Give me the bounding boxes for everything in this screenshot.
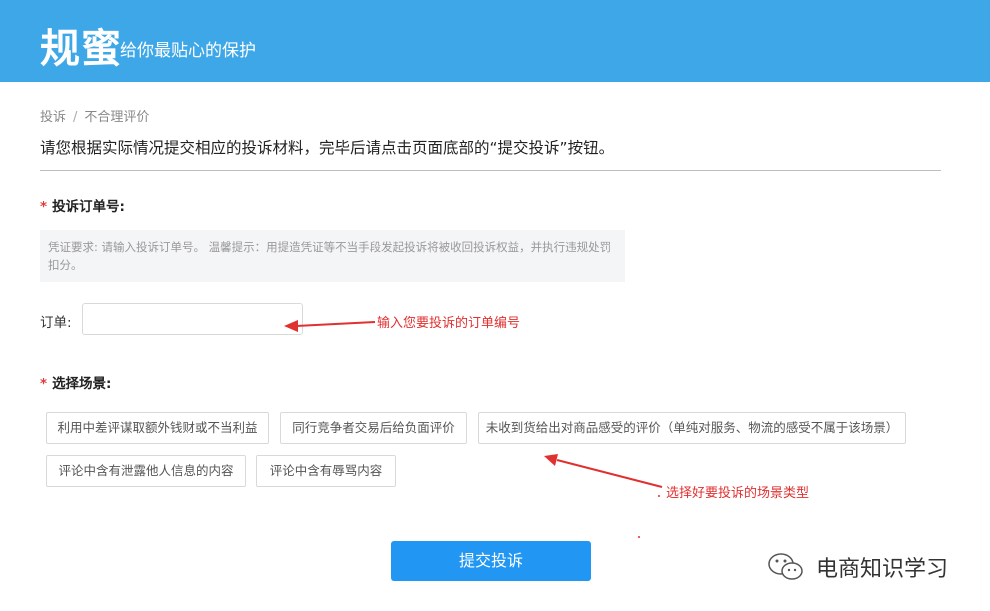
arrow-head-scene	[544, 454, 558, 466]
order-annotation: 输入您要投诉的订单编号	[377, 316, 521, 331]
red-dot	[658, 495, 660, 497]
breadcrumb-separator: /	[73, 110, 78, 125]
scene-section-label: 选择场景:	[52, 376, 112, 392]
hint-box: 凭证要求: 请输入投诉订单号。 温馨提示：用提造凭证等不当手段发起投诉将被收回投…	[40, 230, 625, 282]
arrow-to-order-input	[295, 321, 376, 327]
arrow-to-scene-option	[556, 459, 663, 488]
logo: 规蜜	[40, 26, 122, 72]
red-dot	[638, 536, 640, 538]
header-bar: 规蜜 给你最贴心的保护	[0, 0, 990, 82]
divider	[40, 170, 941, 171]
scene-option-competitor[interactable]: 同行竞争者交易后给负面评价	[280, 412, 467, 444]
intro-text: 请您根据实际情况提交相应的投诉材料，完毕后请点击页面底部的“提交投诉”按钮。	[40, 139, 615, 157]
wechat-icon	[768, 553, 803, 580]
submit-complaint-button[interactable]: 提交投诉	[391, 541, 591, 581]
watermark: 电商知识学习	[766, 550, 948, 584]
breadcrumb: 投诉 / 不合理评价	[40, 106, 149, 125]
order-number-input[interactable]	[82, 303, 303, 335]
scene-option-not-received[interactable]: 未收到货给出对商品感受的评价（单纯对服务、物流的感受不属于该场景）	[478, 412, 906, 444]
order-section-title: * 投诉订单号:	[40, 195, 125, 215]
breadcrumb-item-current: 不合理评价	[84, 110, 150, 125]
scene-section-title: * 选择场景:	[40, 372, 111, 392]
scene-option-extortion[interactable]: 利用中差评谋取额外钱财或不当利益	[46, 412, 269, 444]
breadcrumb-item-complaint[interactable]: 投诉	[40, 110, 66, 125]
scene-annotation: 选择好要投诉的场景类型	[666, 486, 810, 501]
required-mark: *	[40, 376, 48, 392]
scene-option-privacy-leak[interactable]: 评论中含有泄露他人信息的内容	[46, 455, 246, 487]
order-section-label: 投诉订单号:	[52, 199, 125, 215]
order-field-label: 订单:	[40, 315, 72, 331]
slogan: 给你最贴心的保护	[120, 41, 256, 61]
watermark-text: 电商知识学习	[816, 557, 949, 582]
scene-option-insult[interactable]: 评论中含有辱骂内容	[256, 455, 396, 487]
required-mark: *	[40, 199, 48, 215]
